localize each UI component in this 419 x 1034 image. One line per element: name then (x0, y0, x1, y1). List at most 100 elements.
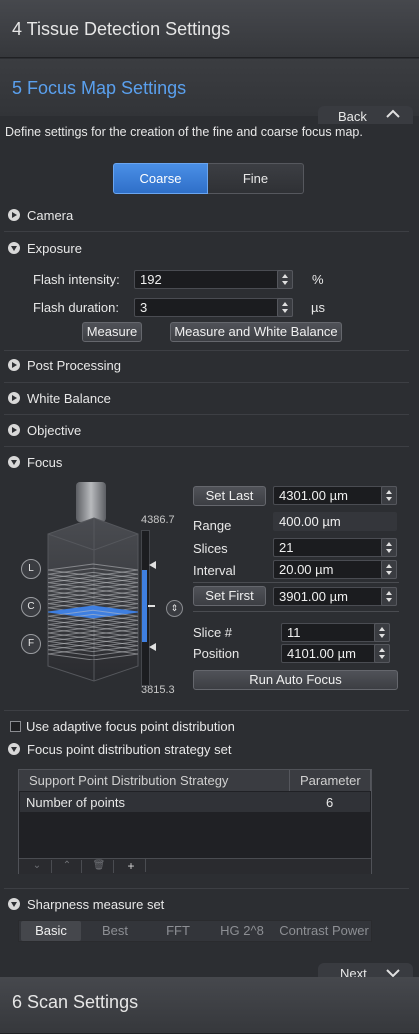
measure-button[interactable]: Measure (82, 322, 142, 342)
collapse-icon (8, 242, 20, 254)
tab-best[interactable]: Best (85, 921, 145, 941)
slice-number-stepper[interactable] (374, 623, 390, 642)
set-last-button[interactable]: Set Last (193, 486, 266, 506)
focus-slice (47, 643, 139, 657)
column-header-parameter[interactable]: Parameter (290, 770, 371, 791)
run-auto-focus-button[interactable]: Run Auto Focus (193, 670, 398, 690)
range-label: Range (193, 518, 232, 533)
expand-icon (8, 359, 20, 371)
set-last-stepper[interactable] (381, 486, 397, 505)
delete-icon[interactable]: 🗑 (85, 860, 114, 873)
slices-stepper[interactable] (381, 538, 397, 557)
section-title-active: 5 Focus Map Settings (12, 78, 187, 98)
adaptive-checkbox[interactable] (10, 721, 21, 732)
flash-intensity-value: 192 (140, 272, 162, 287)
first-marker-icon[interactable] (149, 643, 156, 651)
focus-slices (47, 560, 139, 661)
tab-basic[interactable]: Basic (21, 921, 81, 941)
focus-slice (47, 592, 139, 606)
tab-fft[interactable]: FFT (147, 921, 209, 941)
slices-input[interactable]: 21 (273, 538, 397, 557)
focus-top-value: 4386.7 (141, 514, 175, 526)
flash-duration-stepper[interactable] (277, 298, 293, 317)
move-down-icon[interactable]: ⌄ (23, 860, 52, 873)
range-value: 400.00 µm (273, 512, 397, 531)
set-first-button[interactable]: Set First (193, 586, 266, 606)
focus-slice (47, 576, 139, 590)
strategy-section-toggle[interactable]: Focus point distribution strategy set (8, 742, 232, 760)
focus-slice (47, 580, 139, 594)
divider (193, 611, 399, 612)
interval-input[interactable]: 20.00 µm (273, 560, 397, 579)
position-input[interactable]: 4101.00 µm (281, 644, 390, 663)
slices-value: 21 (279, 540, 294, 555)
set-first-input[interactable]: 3901.00 µm (273, 587, 397, 606)
set-first-stepper[interactable] (381, 587, 397, 606)
divider (193, 582, 399, 583)
focus-slice (47, 571, 139, 585)
row-name: Number of points (26, 795, 125, 810)
set-last-input[interactable]: 4301.00 µm (273, 486, 397, 505)
collapse-icon (8, 898, 20, 910)
focus-section-toggle[interactable]: Focus (8, 455, 62, 473)
flash-intensity-label: Flash intensity: (33, 272, 120, 287)
objective-section-toggle[interactable]: Objective (8, 423, 81, 441)
focus-label: Focus (27, 455, 63, 470)
exposure-section-toggle[interactable]: Exposure (8, 241, 82, 259)
collapse-icon (8, 456, 20, 468)
move-stepper-icon[interactable]: ⇕ (166, 600, 183, 617)
table-toolbar: ⌄ ⌃ 🗑 + (19, 858, 371, 874)
divider (4, 414, 409, 415)
description-text: Define settings for the creation of the … (5, 125, 363, 139)
marker-f[interactable]: F (21, 634, 41, 654)
add-icon[interactable]: + (117, 859, 146, 873)
tab-hg[interactable]: HG 2^8 (209, 921, 275, 941)
white-balance-section-toggle[interactable]: White Balance (8, 391, 111, 409)
center-marker-icon[interactable] (148, 605, 155, 607)
focus-slice (47, 618, 139, 632)
section-header-tissue-detection[interactable]: 4 Tissue Detection Settings (0, 0, 419, 58)
post-processing-section-toggle[interactable]: Post Processing (8, 358, 121, 376)
expand-icon (8, 209, 20, 221)
back-tab[interactable]: Back (318, 106, 413, 124)
section-title: 4 Tissue Detection Settings (12, 19, 231, 39)
post-processing-label: Post Processing (27, 358, 121, 373)
sharpness-section-toggle[interactable]: Sharpness measure set (8, 897, 164, 915)
camera-section-toggle[interactable]: Camera (8, 208, 73, 226)
focus-slice (47, 567, 139, 581)
divider (4, 888, 409, 889)
sharpness-tabs: Basic Best FFT HG 2^8 Contrast Power (18, 920, 372, 942)
table-row[interactable]: Number of points 6 (20, 792, 370, 812)
flash-intensity-unit: % (312, 272, 324, 287)
focus-range-fill[interactable] (142, 570, 147, 642)
focus-slice (47, 639, 139, 653)
marker-c[interactable]: C (21, 597, 41, 617)
tab-contrast-power[interactable]: Contrast Power (277, 921, 371, 941)
position-value: 4101.00 µm (287, 646, 356, 661)
exposure-label: Exposure (27, 241, 82, 256)
flash-duration-value: 3 (140, 300, 148, 315)
focus-slice (47, 634, 139, 648)
column-header-strategy[interactable]: Support Point Distribution Strategy (19, 770, 290, 791)
measure-white-balance-button[interactable]: Measure and White Balance (170, 322, 342, 342)
coarse-button[interactable]: Coarse (113, 163, 208, 194)
flash-intensity-stepper[interactable] (277, 270, 293, 289)
white-balance-label: White Balance (27, 391, 111, 406)
strategy-label: Focus point distribution strategy set (27, 742, 232, 757)
section-header-scan[interactable]: 6 Scan Settings (0, 977, 419, 1034)
last-marker-icon[interactable] (149, 561, 156, 569)
slice-number-input[interactable]: 11 (281, 623, 390, 642)
flash-intensity-input[interactable]: 192 (134, 270, 293, 289)
interval-value: 20.00 µm (279, 562, 334, 577)
adaptive-label: Use adaptive focus point distribution (26, 719, 235, 734)
flash-duration-input[interactable]: 3 (134, 298, 293, 317)
move-up-icon[interactable]: ⌃ (53, 860, 82, 873)
position-stepper[interactable] (374, 644, 390, 663)
section-title: 6 Scan Settings (12, 992, 139, 1012)
fine-button[interactable]: Fine (208, 163, 304, 194)
set-first-value: 3901.00 µm (279, 589, 348, 604)
flash-duration-unit: µs (311, 300, 325, 315)
interval-stepper[interactable] (381, 560, 397, 579)
flash-duration-label: Flash duration: (33, 300, 119, 315)
marker-l[interactable]: L (21, 559, 41, 579)
